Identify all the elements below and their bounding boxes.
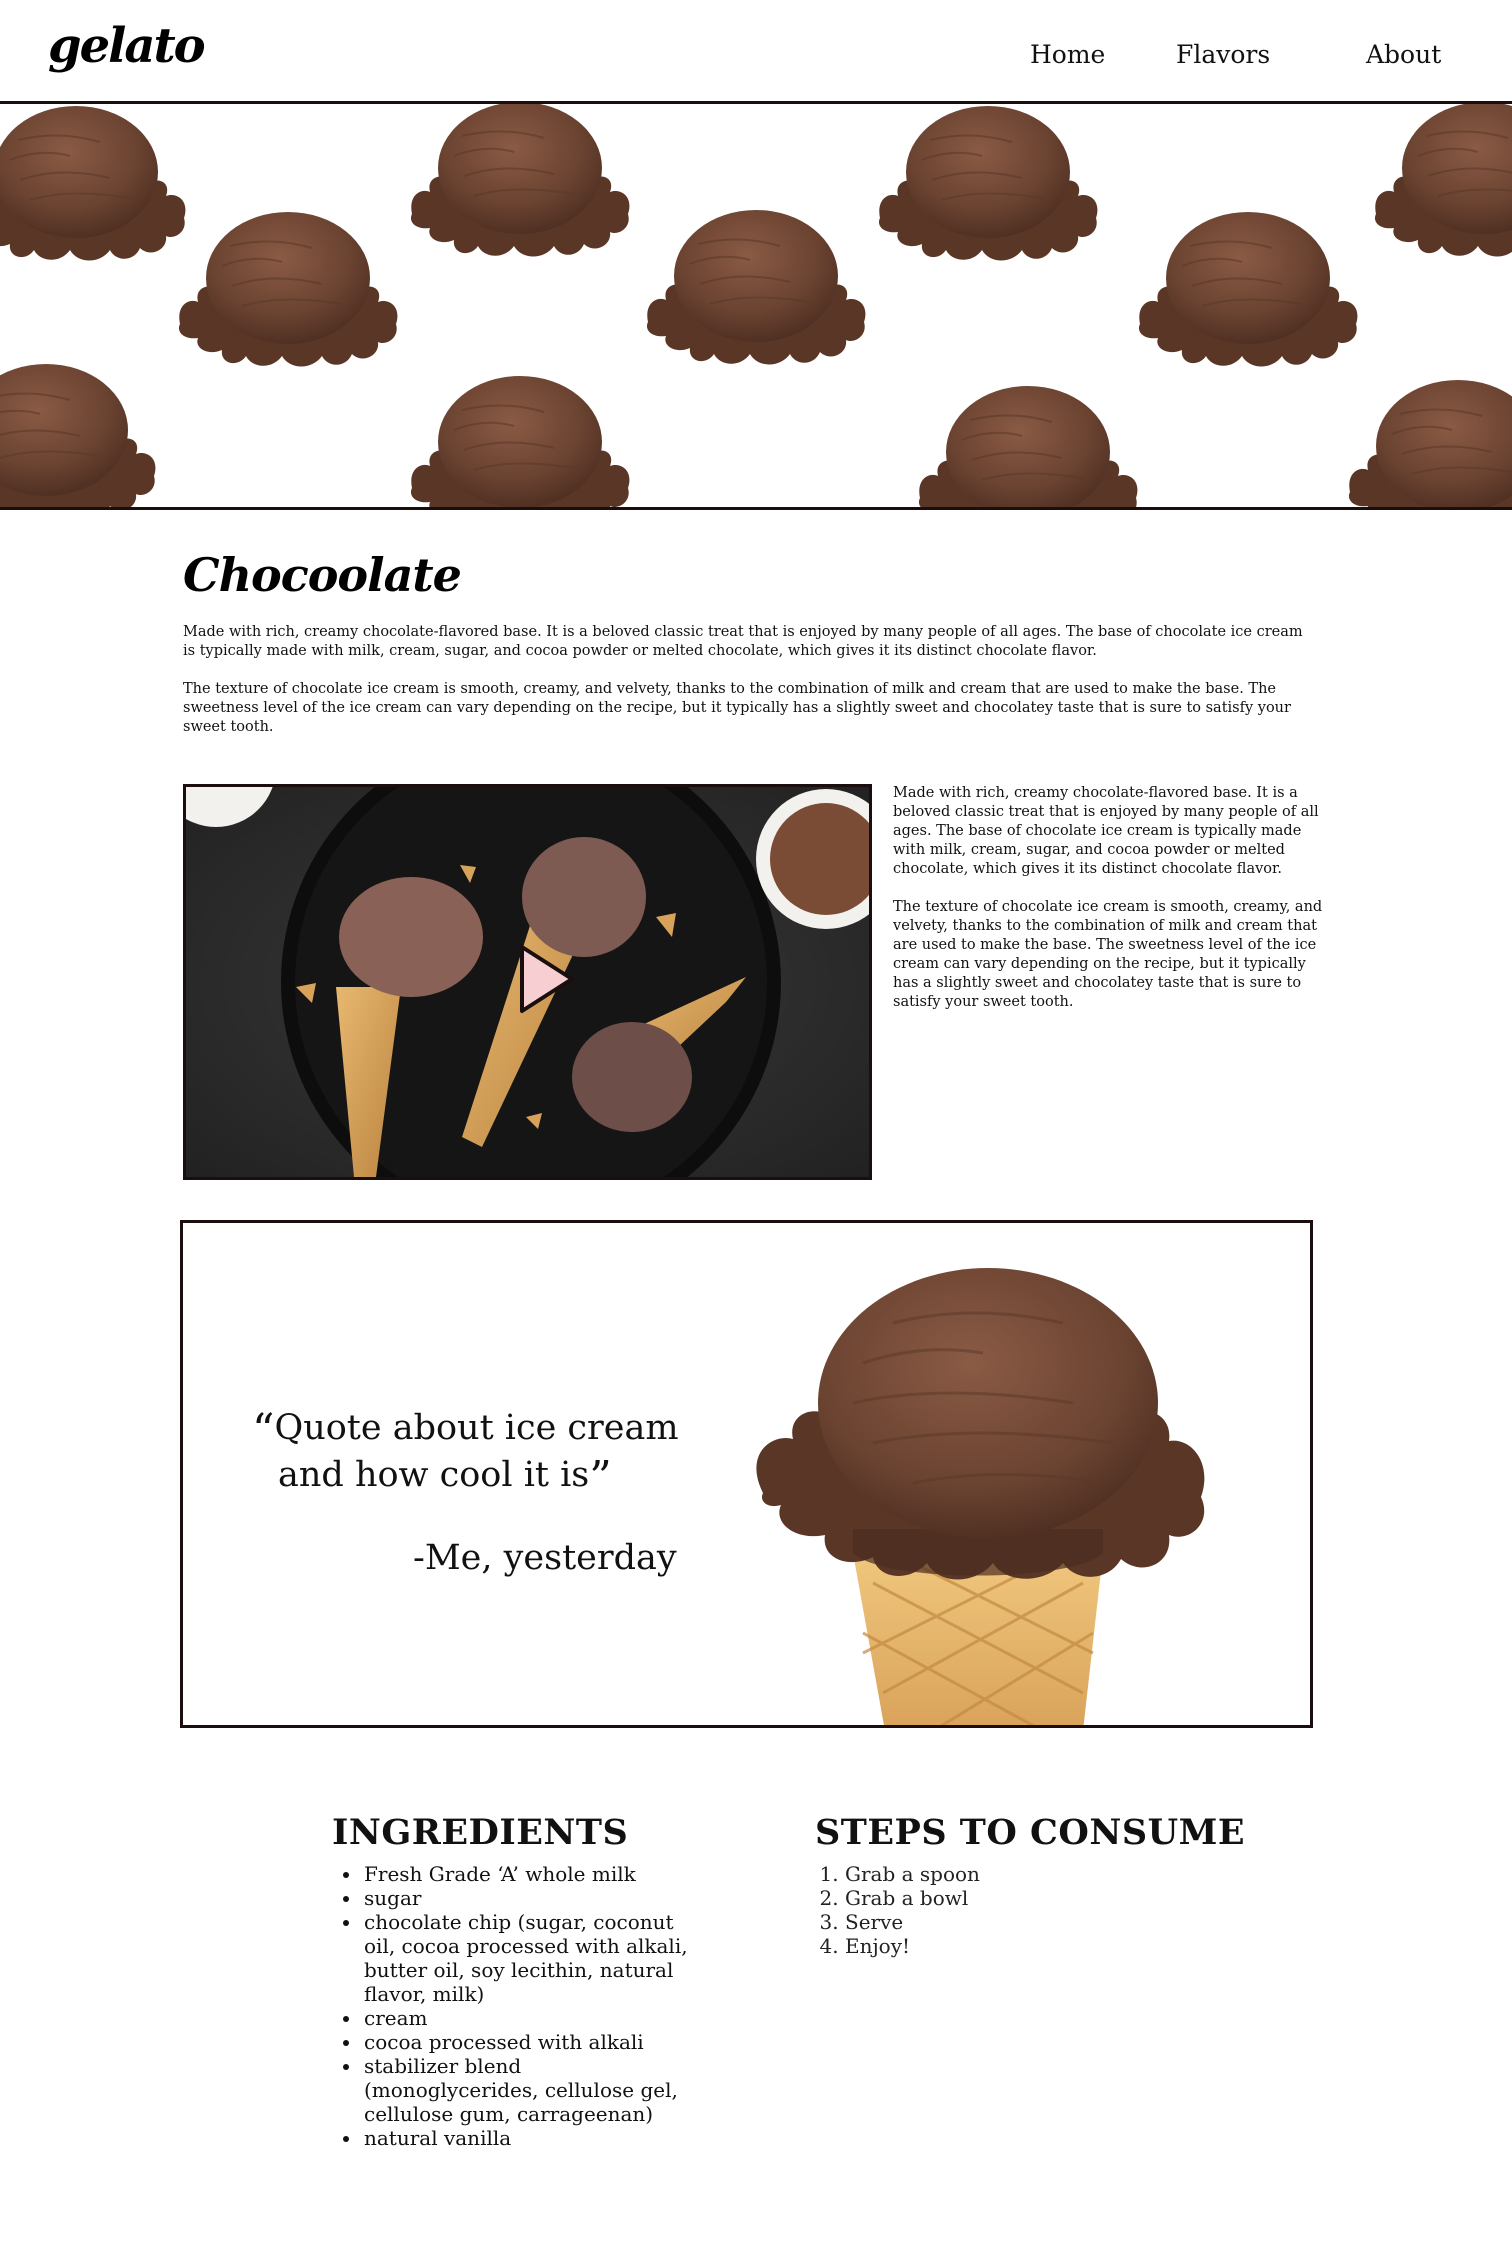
- list-item: cocoa processed with alkali: [362, 2030, 702, 2054]
- steps-list: Grab a spoon Grab a bowl Serve Enjoy!: [815, 1862, 980, 1958]
- video-player[interactable]: [183, 784, 872, 1180]
- site-header: gelato Home Flavors About: [0, 0, 1512, 104]
- scoop-image: [1132, 206, 1364, 374]
- scoop-image: [0, 104, 192, 268]
- quote-line: Quote about ice cream: [274, 1408, 679, 1448]
- list-item: Fresh Grade ‘A’ whole milk: [362, 1862, 702, 1886]
- nav-home-link[interactable]: Home: [1030, 40, 1105, 69]
- video-thumbnail: [186, 787, 869, 1177]
- ice-cream-cone-image: [756, 1268, 1205, 1725]
- quote-text: “Quote about ice cream and how cool it i…: [252, 1403, 698, 1500]
- list-item: Grab a spoon: [845, 1862, 980, 1886]
- list-item: Serve: [845, 1910, 980, 1934]
- ingredients-list: Fresh Grade ‘A’ whole milk sugar chocola…: [332, 1862, 702, 2150]
- scoop-image: [404, 104, 636, 264]
- list-item: sugar: [362, 1886, 702, 1910]
- list-item: Enjoy!: [845, 1934, 980, 1958]
- nav-about-link[interactable]: About: [1366, 40, 1441, 69]
- side-paragraph: The texture of chocolate ice cream is sm…: [893, 899, 1323, 1010]
- scoop-image: [1368, 104, 1512, 264]
- quote-open-icon: “: [252, 1405, 275, 1456]
- list-item: stabilizer blend (monoglycerides, cellul…: [362, 2054, 702, 2126]
- quote-author: -Me, yesterday: [413, 1538, 677, 1578]
- scoop-image: [1342, 374, 1512, 510]
- list-item: natural vanilla: [362, 2126, 702, 2150]
- quote-line: and how cool it is: [278, 1455, 590, 1495]
- scoop-image: [912, 380, 1144, 510]
- scoop-image: [640, 204, 872, 372]
- list-item: chocolate chip (sugar, coconut oil, coco…: [362, 1910, 702, 2006]
- steps-heading: STEPS TO CONSUME: [815, 1812, 1246, 1853]
- hero-banner: [0, 104, 1512, 510]
- list-item: Grab a bowl: [845, 1886, 980, 1910]
- quote-close-icon: ”: [589, 1452, 612, 1503]
- nav-flavors-link[interactable]: Flavors: [1176, 40, 1270, 69]
- intro-paragraph: The texture of chocolate ice cream is sm…: [183, 681, 1291, 735]
- scoop-image: [872, 104, 1104, 268]
- flavor-title: Chocoolate: [183, 548, 462, 602]
- scoop-image: [0, 358, 162, 510]
- scoop-image: [404, 370, 636, 510]
- list-item: cream: [362, 2006, 702, 2030]
- intro-paragraph: Made with rich, creamy chocolate-flavore…: [183, 624, 1303, 659]
- ingredients-heading: INGREDIENTS: [332, 1812, 629, 1853]
- quote-section: “Quote about ice cream and how cool it i…: [180, 1220, 1313, 1728]
- side-paragraph: Made with rich, creamy chocolate-flavore…: [893, 785, 1319, 877]
- site-logo[interactable]: gelato: [48, 18, 206, 74]
- scoop-image: [172, 206, 404, 374]
